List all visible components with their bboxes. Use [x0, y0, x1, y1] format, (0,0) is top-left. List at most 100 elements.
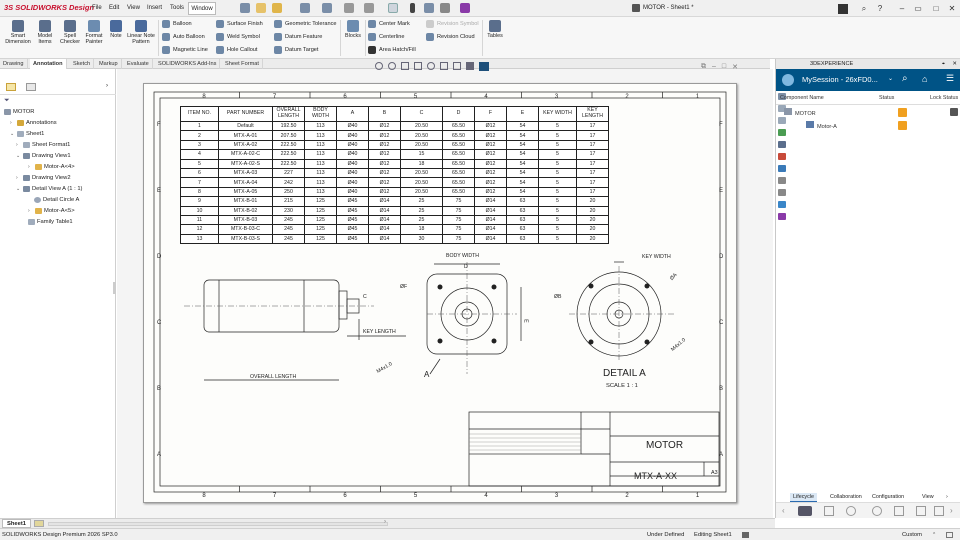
tree-item-motor[interactable]: MOTOR: [4, 109, 34, 115]
surface-finish-button[interactable]: Surface Finish: [216, 20, 263, 28]
tab-lifecycle[interactable]: Lifecycle: [790, 493, 817, 502]
chevron-right-icon[interactable]: ›: [106, 83, 108, 89]
chevron-down-icon[interactable]: ⌄: [888, 75, 893, 82]
zoom-fit-icon[interactable]: [375, 62, 383, 70]
tab-drawing[interactable]: Drawing: [0, 59, 28, 69]
menu-insert[interactable]: Insert: [147, 5, 162, 11]
tree-item-drawing-view2[interactable]: › Drawing View2: [16, 175, 71, 181]
area-hatch-button[interactable]: Area Hatch/Fill: [368, 46, 416, 54]
app-logo[interactable]: 3S SOLIDWORKS Design: [4, 3, 94, 12]
tree-item-drawing-view1[interactable]: ⌄ Drawing View1: [16, 153, 71, 159]
rebuild-icon[interactable]: [410, 3, 415, 13]
appearance-icon[interactable]: [466, 62, 474, 70]
select-icon[interactable]: [388, 3, 398, 13]
window-close-icon[interactable]: ✕: [732, 63, 738, 71]
open-folder-icon[interactable]: [272, 3, 282, 13]
balloon-button[interactable]: Balloon: [162, 20, 192, 28]
tag-icon[interactable]: ⌂: [922, 74, 927, 84]
tree-item-family-table[interactable]: Family Table1: [28, 219, 73, 225]
maturity-icon[interactable]: [824, 506, 834, 516]
new-document-icon[interactable]: [256, 3, 266, 13]
tree-item-detail-view-a[interactable]: ⌄ Detail View A (1 : 1): [16, 186, 82, 192]
column-status[interactable]: Status: [879, 95, 894, 101]
tab-evaluate[interactable]: Evaluate: [124, 59, 153, 69]
tree-item-motor-a5[interactable]: › Motor-A<5>: [28, 208, 75, 214]
weld-symbol-button[interactable]: Weld Symbol: [216, 33, 260, 41]
menu-view[interactable]: View: [127, 5, 140, 11]
menu-file[interactable]: File: [92, 5, 102, 11]
save-to-platform-icon[interactable]: [798, 506, 812, 516]
spell-checker-button[interactable]: Spell Checker: [58, 20, 82, 45]
tree-item-sheet1[interactable]: ⌄ Sheet1: [10, 131, 44, 137]
display-style-icon[interactable]: [453, 62, 461, 70]
structure-icon[interactable]: [894, 506, 904, 516]
menu-edit[interactable]: Edit: [109, 5, 119, 11]
auto-balloon-button[interactable]: Auto Balloon: [162, 33, 205, 41]
smart-dimension-button[interactable]: Smart Dimension: [2, 20, 34, 45]
previous-view-icon[interactable]: [401, 62, 409, 70]
explore-icon[interactable]: [846, 506, 856, 516]
property-tab-icon[interactable]: [26, 83, 36, 91]
session-name[interactable]: MySession - 26xFD0...: [802, 75, 878, 84]
window-minimize-icon[interactable]: –: [712, 63, 716, 71]
sheet1-tab[interactable]: Sheet1: [2, 519, 32, 528]
redo-icon[interactable]: [364, 3, 374, 13]
scroll-right-icon[interactable]: ›: [384, 519, 386, 525]
custom-properties-icon[interactable]: [778, 189, 786, 196]
options-gear-icon[interactable]: [440, 3, 450, 13]
command-icon[interactable]: [838, 4, 848, 14]
collaborate-icon[interactable]: [778, 129, 786, 136]
feature-tree-tab-icon[interactable]: [6, 83, 16, 91]
note-button[interactable]: Note: [107, 20, 125, 39]
window-maximize-icon[interactable]: □: [722, 63, 726, 71]
view-settings-icon[interactable]: [479, 62, 489, 71]
center-mark-button[interactable]: Center Mark: [368, 20, 410, 28]
revision-cloud-button[interactable]: Revision Cloud: [426, 33, 475, 41]
close-icon[interactable]: ✕: [946, 3, 958, 14]
compass-icon[interactable]: [782, 74, 794, 86]
tree-item-detail-circle-a[interactable]: Detail Circle A: [34, 197, 79, 203]
tab-annotation[interactable]: Annotation: [30, 59, 67, 69]
column-lock-status[interactable]: Lock Status: [930, 95, 958, 101]
3dexperience-icon[interactable]: [778, 213, 786, 220]
minimize-icon[interactable]: –: [896, 3, 908, 14]
cloud-icon[interactable]: [778, 201, 786, 208]
tab-configuration[interactable]: Configuration: [872, 494, 904, 500]
file-explorer-icon[interactable]: [778, 177, 786, 184]
hole-callout-button[interactable]: Hole Callout: [216, 46, 257, 54]
add-sheet-icon[interactable]: [34, 520, 44, 527]
datum-target-button[interactable]: Datum Target: [274, 46, 318, 54]
pin-icon[interactable]: ⌖: [942, 59, 945, 69]
model-items-button[interactable]: Model Items: [34, 20, 56, 45]
notifications-icon[interactable]: [946, 532, 953, 538]
menu-window[interactable]: Window: [188, 2, 216, 15]
revision-symbol-button[interactable]: Revision Symbol: [426, 20, 479, 28]
tab-markup[interactable]: Markup: [96, 59, 122, 69]
transfer-icon[interactable]: [934, 506, 944, 516]
play-icon[interactable]: [460, 3, 470, 13]
geometric-tolerance-button[interactable]: Geometric Tolerance: [274, 20, 337, 28]
save-icon[interactable]: [300, 3, 310, 13]
design-table[interactable]: ITEM NO. PART NUMBER OVERALL LENGTH BODY WI…: [180, 106, 609, 245]
print-icon[interactable]: [322, 3, 332, 13]
component-row-motor[interactable]: MOTOR: [784, 108, 816, 117]
blocks-button[interactable]: Blocks: [343, 20, 363, 39]
view-palette-icon[interactable]: [778, 165, 786, 172]
filter-icon[interactable]: [916, 506, 926, 516]
menu-tools[interactable]: Tools: [170, 5, 184, 11]
chevron-right-icon[interactable]: ›: [946, 494, 948, 500]
linear-note-pattern-button[interactable]: Linear Note Pattern: [126, 20, 156, 45]
home-icon[interactable]: [240, 3, 250, 13]
panel-splitter-handle[interactable]: [113, 282, 116, 294]
units-dropdown-icon[interactable]: ⌃: [932, 529, 936, 540]
chevron-right-icon[interactable]: ›: [950, 506, 953, 515]
section-view-icon[interactable]: [414, 62, 422, 70]
tree-item-motor-a4[interactable]: › Motor-A<4>: [28, 164, 75, 170]
search-icon[interactable]: ⌕: [858, 3, 870, 14]
window-tile-icon[interactable]: ⧉: [701, 63, 706, 71]
tab-view[interactable]: View: [922, 494, 934, 500]
restore-icon[interactable]: ▭: [912, 3, 924, 14]
column-component-name[interactable]: Component Name: [780, 95, 824, 101]
tab-addins[interactable]: SOLIDWORKS Add-Ins: [155, 59, 221, 69]
centerline-button[interactable]: Centerline: [368, 33, 405, 41]
